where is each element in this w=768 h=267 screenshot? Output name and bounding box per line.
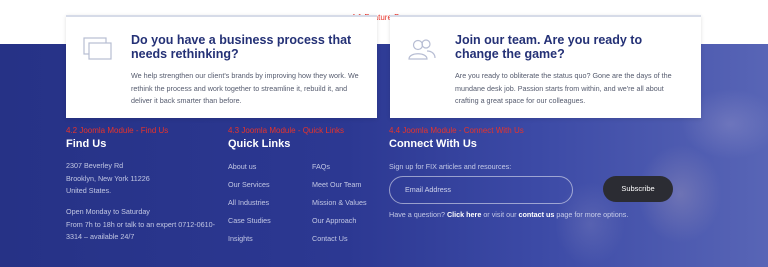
connect-subtitle: Sign up for FIX articles and resources: — [389, 162, 512, 171]
find-us-address: 2307 Beverley Rd Brooklyn, New York 1122… — [66, 160, 216, 198]
find-us-hours: Open Monday to Saturday From 7h to 18h o… — [66, 206, 216, 244]
link-insights[interactable]: Insights — [228, 234, 253, 243]
section-label-find-us: 4.2 Joomla Module - Find Us — [66, 126, 169, 135]
subscribe-button[interactable]: Subscribe — [603, 176, 673, 202]
feature-text: Are you ready to obliterate the status q… — [455, 71, 672, 105]
email-input[interactable]: Email Address — [389, 176, 573, 204]
link-our-approach[interactable]: Our Approach — [312, 216, 356, 225]
help-middle: or visit our — [483, 210, 517, 219]
feature-box-team: Join our team. Are you ready to change t… — [390, 15, 701, 118]
help-prefix: Have a question? — [389, 210, 445, 219]
link-our-services[interactable]: Our Services — [228, 180, 270, 189]
feature-text: We help strengthen our client's brands b… — [131, 71, 359, 105]
section-label-connect: 4.4 Joomla Module - Connect With Us — [389, 126, 524, 135]
contact-us-link[interactable]: contact us — [518, 210, 554, 219]
hours-line: From 7h to 18h or talk to an expert 0712… — [66, 219, 216, 244]
help-text: Have a question? Click here or visit our… — [389, 210, 628, 219]
link-all-industries[interactable]: All Industries — [228, 198, 269, 207]
link-about-us[interactable]: About us — [228, 162, 256, 171]
link-case-studies[interactable]: Case Studies — [228, 216, 271, 225]
help-suffix: page for more options. — [556, 210, 629, 219]
section-label-quick-links: 4.3 Joomla Module - Quick Links — [228, 126, 345, 135]
team-icon — [408, 39, 436, 60]
click-here-link[interactable]: Click here — [447, 210, 481, 219]
feature-box-business: Do you have a business process that need… — [66, 15, 377, 118]
quick-links-title: Quick Links — [228, 138, 291, 150]
copy-icon — [83, 37, 112, 60]
hours-line: Open Monday to Saturday — [66, 207, 150, 216]
find-us-title: Find Us — [66, 138, 107, 150]
hours-suffix: – available 24/7 — [84, 232, 135, 241]
hours-prefix: From 7h to 18h or talk to an expert — [66, 219, 177, 229]
link-faqs[interactable]: FAQs — [312, 162, 330, 171]
link-mission-values[interactable]: Mission & Values — [312, 198, 367, 207]
address-line: United States. — [66, 186, 112, 195]
link-meet-our-team[interactable]: Meet Our Team — [312, 180, 361, 189]
feature-title: Join our team. Are you ready to change t… — [455, 33, 643, 61]
address-line: 2307 Beverley Rd — [66, 161, 124, 170]
link-contact-us[interactable]: Contact Us — [312, 234, 348, 243]
connect-title: Connect With Us — [389, 138, 477, 150]
address-line: Brooklyn, New York 11226 — [66, 173, 150, 183]
feature-title: Do you have a business process that need… — [131, 33, 352, 61]
